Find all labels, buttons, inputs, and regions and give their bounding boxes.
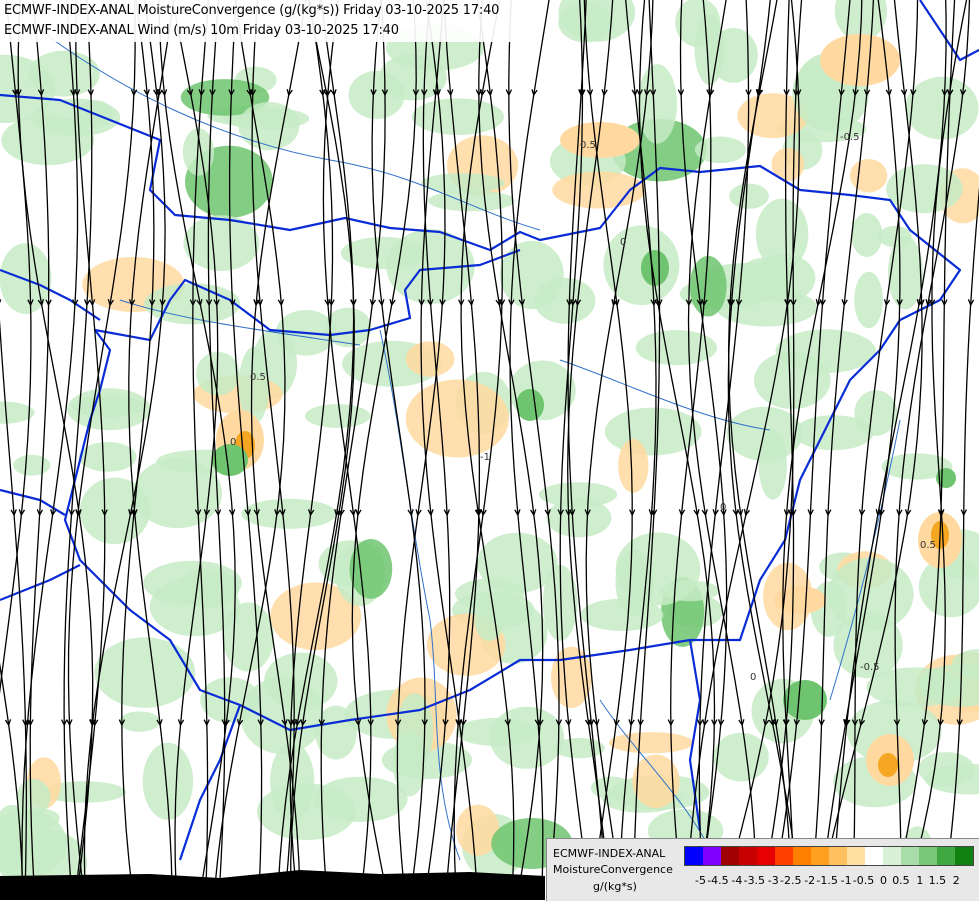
strong-convergence-area [641, 250, 669, 286]
legend-swatch [811, 847, 829, 865]
map-header: ECMWF-INDEX-ANAL MoistureConvergence (g/… [0, 0, 530, 42]
field-blob [776, 329, 876, 373]
legend-swatch [793, 847, 811, 865]
contour-label: 0.5 [250, 372, 266, 383]
legend-swatch [757, 847, 775, 865]
field-blob [738, 258, 792, 301]
contour-label: -0.5 [840, 132, 860, 143]
header-title-wind: ECMWF-INDEX-ANAL Wind (m/s) 10m Friday 0… [4, 23, 399, 38]
contour-label: 0.5 [920, 540, 936, 551]
legend-variable: MoistureConvergence [553, 863, 673, 876]
field-blob [350, 539, 393, 599]
legend-model: ECMWF-INDEX-ANAL [553, 847, 665, 860]
legend-swatch [703, 847, 721, 865]
legend-swatch [865, 847, 883, 865]
legend-tick-label: -5 [695, 874, 706, 887]
legend-tick-label: -2.5 [780, 874, 801, 887]
contour-label: -1 [480, 452, 490, 463]
legend-tick-label: 1.5 [929, 874, 947, 887]
legend-tick-label: 2 [953, 874, 960, 887]
field-blob [428, 190, 515, 211]
contour-label: 0 [720, 502, 726, 513]
field-blob [729, 184, 769, 209]
legend-tick-label: -1 [841, 874, 852, 887]
legend-tick-label: -3 [768, 874, 779, 887]
field-blob [17, 779, 51, 816]
field-blob [828, 558, 914, 631]
field-blob [238, 102, 299, 150]
strong-divergence-area [878, 753, 898, 777]
field-blob [616, 532, 701, 605]
field-blob [397, 693, 434, 768]
contour-label: 0.5 [580, 140, 596, 151]
legend-tick-label: -3.5 [744, 874, 765, 887]
legend-tick-label: 1 [916, 874, 923, 887]
legend-tick-label: -4.5 [707, 874, 728, 887]
legend-tick-label: -4 [731, 874, 742, 887]
field-blob [605, 408, 702, 456]
field-blob [341, 237, 426, 269]
field-blob [618, 439, 648, 493]
legend-swatch [775, 847, 793, 865]
divergence-area [774, 586, 826, 614]
contour-label: -0.5 [860, 662, 880, 673]
field-blob [13, 455, 50, 476]
strong-convergence-area [516, 389, 544, 421]
field-blob [32, 99, 120, 137]
field-blob [406, 380, 509, 458]
legend-swatch [955, 847, 973, 865]
legend-color-bar [684, 846, 974, 866]
map-canvas: 00.5-0.5-100.50-0.50.50 [0, 0, 979, 900]
legend-swatch [685, 847, 703, 865]
legend-swatch [721, 847, 739, 865]
legend-swatch [919, 847, 937, 865]
field-blob [456, 718, 539, 746]
legend-tick-label: -1.5 [816, 874, 837, 887]
legend-swatch [847, 847, 865, 865]
contour-label: 0 [750, 672, 756, 683]
legend-swatch [901, 847, 919, 865]
legend-tick-label: 0.5 [892, 874, 910, 887]
field-blob [305, 404, 371, 428]
legend-swatch [739, 847, 757, 865]
field-blob [713, 733, 769, 782]
field-blob [412, 98, 504, 135]
field-blob [119, 711, 160, 731]
field-blob [854, 390, 897, 435]
header-title-moisture: ECMWF-INDEX-ANAL MoistureConvergence (g/… [4, 3, 499, 18]
field-blob [851, 213, 882, 257]
legend-tick-label: -2 [804, 874, 815, 887]
field-blob [850, 159, 887, 192]
legend-swatch [937, 847, 955, 865]
legend-tick-label: -0.5 [853, 874, 874, 887]
legend-tick-label: 0 [880, 874, 887, 887]
color-legend: ECMWF-INDEX-ANAL MoistureConvergence g/(… [546, 838, 979, 901]
field-blob [553, 738, 604, 758]
field-blob [421, 173, 505, 193]
field-blob [609, 732, 693, 753]
field-blob [854, 272, 883, 329]
field-blob [866, 667, 964, 707]
field-blob [240, 677, 323, 754]
legend-swatch [883, 847, 901, 865]
field-blob [94, 637, 195, 707]
field-blob [546, 498, 611, 537]
field-blob [918, 752, 974, 786]
field-blob [72, 396, 145, 418]
contour-label: 0 [620, 237, 626, 248]
field-blob [500, 241, 564, 309]
contour-label: 0 [230, 437, 236, 448]
legend-swatch [829, 847, 847, 865]
legend-unit: g/(kg*s) [593, 880, 637, 893]
field-blob [406, 341, 455, 376]
field-blob [638, 64, 678, 144]
